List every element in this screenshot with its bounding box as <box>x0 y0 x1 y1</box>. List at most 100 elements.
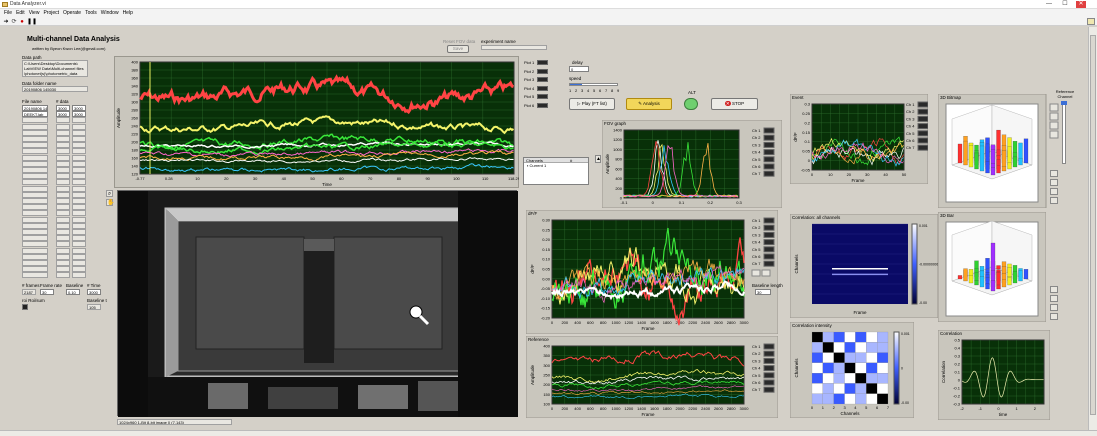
fov-graph-channel-toggle[interactable] <box>763 149 775 156</box>
led-icon[interactable] <box>684 98 698 110</box>
n-data-cell[interactable] <box>56 136 70 142</box>
n-data-cell[interactable] <box>56 117 70 124</box>
n-data-cell[interactable] <box>72 247 86 254</box>
dff-zoom-icon[interactable] <box>751 269 761 277</box>
n-data-cell[interactable] <box>56 247 70 254</box>
file-name-cell[interactable] <box>22 222 48 229</box>
n-time-field[interactable]: 3000 <box>87 289 101 295</box>
n-data-cell[interactable] <box>72 272 86 279</box>
n-data-cell[interactable] <box>56 191 70 198</box>
bitmap-tool-icon[interactable] <box>1050 179 1058 186</box>
fov-graph[interactable]: FOV graph1400120010008006004002000-0.1 0 0… <box>602 120 782 208</box>
n-data-cell[interactable] <box>56 272 70 279</box>
run-arrow-icon[interactable]: ➜ <box>3 19 9 25</box>
n-data-cell[interactable] <box>72 198 86 204</box>
n-data-cell[interactable] <box>72 129 86 136</box>
menu-edit[interactable]: Edit <box>16 9 25 17</box>
menu-window[interactable]: Window <box>101 9 119 17</box>
maximize-button[interactable]: ☐ <box>1060 1 1070 8</box>
reference-chart-channel-toggle[interactable] <box>763 343 775 350</box>
corr-all-chart[interactable]: Correlation: all channels Channels Frame 0.… <box>790 214 938 318</box>
event-chart-channel-toggle[interactable] <box>917 144 928 151</box>
bar3d-tool-icon[interactable] <box>1050 304 1058 311</box>
file-name-cell[interactable] <box>22 160 48 167</box>
file-name-cell[interactable] <box>22 241 48 248</box>
bitmap-3d-chart-tool-icon[interactable] <box>1049 103 1059 112</box>
n-data-cell[interactable]: 3000 <box>72 111 86 118</box>
n-data-cell[interactable] <box>72 241 86 248</box>
pause-icon[interactable]: ❚❚ <box>27 19 37 25</box>
n-data-cell[interactable] <box>72 142 86 149</box>
play-button[interactable]: ▷ Play (FT list) <box>569 98 615 110</box>
frames-field[interactable]: 2187 <box>22 289 36 295</box>
bitmap-tool-icon[interactable] <box>1050 197 1058 204</box>
minimize-button[interactable]: — <box>1044 1 1054 8</box>
roi-toggle[interactable] <box>22 304 28 310</box>
dff-chart-channel-toggle[interactable] <box>763 260 775 267</box>
plot-switch-toggle[interactable] <box>537 60 548 65</box>
file-name-cell[interactable] <box>22 179 48 186</box>
fov-graph-channel-toggle[interactable] <box>763 170 775 177</box>
dff-chart-channel-toggle[interactable] <box>763 239 775 246</box>
event-chart-channel-toggle[interactable] <box>917 115 928 122</box>
file-name-cell[interactable] <box>22 204 48 211</box>
frame-rate-field[interactable]: 30 <box>40 289 54 295</box>
dff-hand-icon[interactable] <box>761 269 771 277</box>
plot-switch-toggle[interactable] <box>537 68 548 74</box>
data-folder-field[interactable]: 20190806 145030 <box>22 86 88 92</box>
file-name-cell[interactable] <box>22 142 48 149</box>
n-data-cell[interactable] <box>72 154 86 161</box>
menu-view[interactable]: View <box>29 9 40 17</box>
n-data-cell[interactable] <box>56 123 70 130</box>
n-data-cell[interactable] <box>56 210 70 217</box>
n-data-cell[interactable] <box>72 173 86 180</box>
reference-chart-channel-toggle[interactable] <box>763 365 775 372</box>
bar3d-tool-icon[interactable] <box>1050 286 1058 293</box>
fov-graph-channel-toggle[interactable] <box>763 163 775 170</box>
bitmap-tool-icon[interactable] <box>1050 188 1058 195</box>
n-data-cell[interactable] <box>56 253 70 260</box>
n-data-cell[interactable] <box>56 179 70 186</box>
data-path-field[interactable]: C:\Users\Desktop\Documents\ LabVIEW Data… <box>22 60 88 77</box>
event-chart[interactable]: Event0.30.250.20.150.10.050-0.050 10 20 30 4… <box>790 94 928 184</box>
reference-chart-channel-toggle[interactable] <box>763 386 775 393</box>
n-data-cell[interactable] <box>56 235 70 242</box>
file-name-cell[interactable] <box>22 247 48 254</box>
analysis-button[interactable]: ✎ Analysis <box>626 98 672 110</box>
correlation-chart[interactable]: Correlation0.50.40.30.20.10-0.1-0.2-0.3-… <box>938 330 1050 420</box>
speed-slider[interactable] <box>569 83 618 86</box>
event-chart-channel-toggle[interactable] <box>917 130 928 137</box>
fov-graph-channel-toggle[interactable] <box>763 134 775 141</box>
n-data-cell[interactable] <box>56 241 70 248</box>
n-data-cell[interactable]: 3000 <box>56 111 70 118</box>
reference-chart-channel-toggle[interactable] <box>763 372 775 379</box>
menu-file[interactable]: File <box>4 9 12 17</box>
reference-chart[interactable]: Reference 400 350 300 250 200 150 1000 200 400 600… <box>526 336 778 418</box>
file-name-cell[interactable] <box>22 235 48 242</box>
reference-chart-channel-toggle[interactable] <box>763 350 775 357</box>
bar3d-tool-icon[interactable] <box>1050 295 1058 302</box>
bar3d-tool-icon[interactable] <box>1050 313 1058 320</box>
plot-switch-toggle[interactable] <box>537 85 548 91</box>
menu-help[interactable]: Help <box>123 9 133 17</box>
dff-chart-channel-toggle[interactable] <box>763 231 775 238</box>
n-data-cell[interactable] <box>72 117 86 124</box>
n-data-cell[interactable] <box>72 136 86 142</box>
event-chart-channel-toggle[interactable] <box>917 108 928 115</box>
file-name-cell[interactable] <box>22 117 48 124</box>
file-name-cell[interactable] <box>22 229 48 235</box>
close-button[interactable]: ✕ <box>1076 1 1086 8</box>
bitmap-3d-chart-tool-icon[interactable] <box>1049 121 1059 130</box>
n-data-cell[interactable]: 3000 <box>56 105 70 111</box>
channel-select-list[interactable]: Channels # ▪ Current 1 <box>523 157 589 185</box>
n-data-cell[interactable] <box>56 173 70 180</box>
event-chart-channel-toggle[interactable] <box>917 123 928 130</box>
reference-channel-thumb[interactable] <box>1061 101 1067 105</box>
file-name-cell[interactable] <box>22 266 48 273</box>
n-data-cell[interactable] <box>72 253 86 260</box>
stop-circle-icon[interactable]: ● <box>19 19 25 25</box>
bar-3d-chart[interactable]: 3D Bar <box>938 212 1046 322</box>
file-name-cell[interactable] <box>22 123 48 130</box>
fov-graph-channel-toggle[interactable] <box>763 141 775 148</box>
n-data-cell[interactable] <box>56 129 70 136</box>
